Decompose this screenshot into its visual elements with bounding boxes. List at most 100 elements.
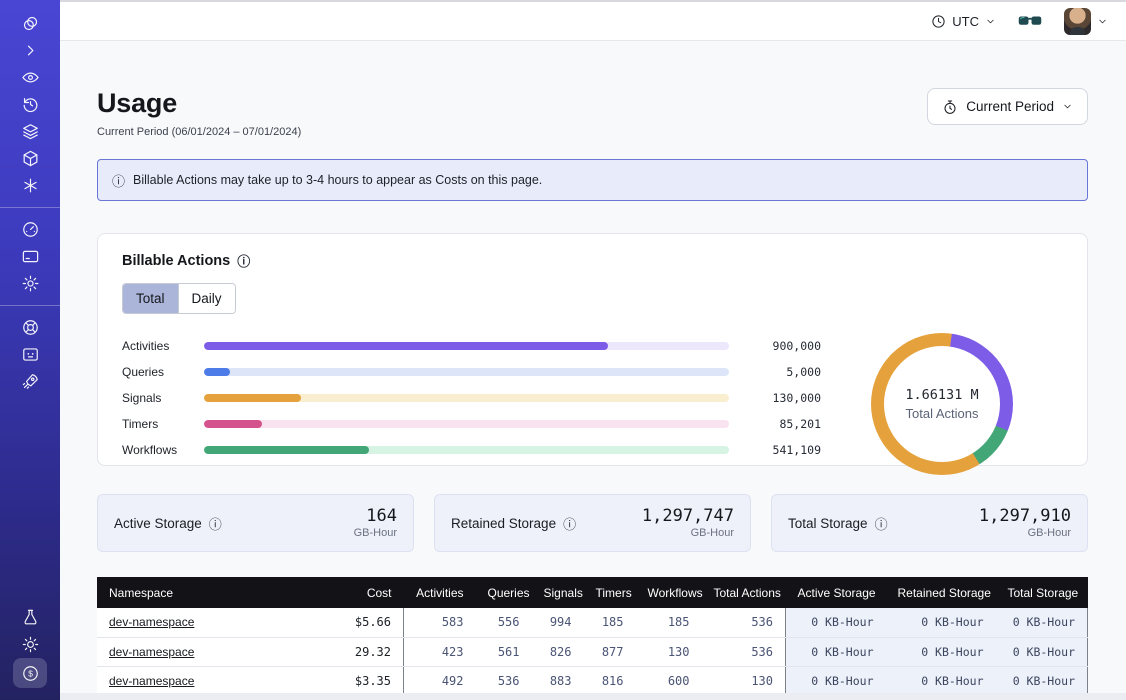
gear-icon: [21, 274, 40, 293]
rocket-icon: [21, 372, 40, 391]
bar-value: 541,109: [729, 443, 821, 457]
billable-bar-chart: Activities900,000Queries5,000Signals130,…: [122, 331, 821, 463]
total-storage-card: Total Storage ⓘ 1,297,910 GB-Hour: [771, 494, 1088, 552]
sidebar-item-rocket[interactable]: [13, 368, 47, 395]
actions-cell: 583: [404, 608, 476, 637]
total-storage-label: Total Storage: [788, 516, 868, 531]
storage-cell: 0 KB-Hour: [786, 666, 886, 695]
sidebar-item-dollar-coin[interactable]: $: [13, 658, 47, 688]
info-icon[interactable]: ⓘ: [209, 514, 222, 533]
namespace-link[interactable]: dev-namespace: [109, 615, 194, 629]
topbar: UTC: [60, 0, 1126, 41]
bar-fill: [204, 342, 608, 350]
bar-label: Workflows: [122, 443, 204, 457]
table-header: NamespaceCostActivitiesQueriesSignalsTim…: [97, 577, 1088, 608]
bar-row-timers: Timers85,201: [122, 411, 821, 437]
actions-cell: 994: [532, 608, 584, 637]
sidebar-item-gauge[interactable]: [13, 216, 47, 243]
temporal-logo-icon: [21, 14, 40, 33]
actions-cell: 185: [584, 608, 636, 637]
period-dropdown-label: Current Period: [966, 99, 1054, 114]
storage-cell: 0 KB-Hour: [886, 608, 996, 637]
layers-icon: [21, 122, 40, 141]
actions-cell: 600: [636, 666, 702, 695]
retained-storage-unit: GB-Hour: [642, 527, 734, 539]
info-banner-text: Billable Actions may take up to 3-4 hour…: [133, 173, 542, 187]
cost-cell: 29.32: [318, 637, 404, 666]
namespace-link[interactable]: dev-namespace: [109, 674, 194, 688]
bar-row-workflows: Workflows 541,109: [122, 437, 821, 463]
total-storage-value: 1,297,910: [979, 507, 1071, 526]
info-icon[interactable]: ⓘ: [237, 251, 250, 270]
actions-cell: 556: [476, 608, 532, 637]
sun-icon: [21, 635, 40, 654]
storage-cell: 0 KB-Hour: [996, 608, 1088, 637]
clock-icon: [931, 14, 946, 29]
sidebar-item-lifebuoy[interactable]: [13, 314, 47, 341]
page-title: Usage: [97, 88, 301, 119]
sidebar-item-temporal-logo[interactable]: [13, 10, 47, 37]
sidebar-item-sun[interactable]: [13, 631, 47, 658]
bar-value: 130,000: [729, 391, 821, 405]
sidebar-item-credit-card[interactable]: [13, 243, 47, 270]
actions-cell: 130: [702, 666, 786, 695]
actions-cell: 826: [532, 637, 584, 666]
storage-cell: 0 KB-Hour: [996, 637, 1088, 666]
table-row: dev-namespace29.324235618268771305360 KB…: [97, 637, 1088, 666]
namespace-link[interactable]: dev-namespace: [109, 645, 194, 659]
period-dropdown-button[interactable]: Current Period: [927, 88, 1088, 125]
dollar-coin-icon: $: [21, 664, 40, 683]
retained-storage-value: 1,297,747: [642, 507, 734, 526]
chevron-down-icon: [1097, 16, 1108, 27]
chevron-down-icon: [1062, 101, 1073, 112]
total-storage-unit: GB-Hour: [979, 527, 1071, 539]
info-icon[interactable]: ⓘ: [563, 514, 576, 533]
feedback-terminal-icon: [21, 345, 40, 364]
info-banner: ⓘ Billable Actions may take up to 3-4 ho…: [97, 159, 1088, 201]
sidebar-item-gear[interactable]: [13, 270, 47, 297]
cost-cell: $3.35: [318, 666, 404, 695]
storage-cell: 0 KB-Hour: [996, 666, 1088, 695]
sidebar-item-history[interactable]: [13, 91, 47, 118]
bar-fill: [204, 446, 369, 454]
bar-fill: [204, 420, 262, 428]
sidebar-item-layers[interactable]: [13, 118, 47, 145]
sidebar-item-namespaces-eye[interactable]: [13, 64, 47, 91]
chevron-down-icon: [985, 16, 996, 27]
donut-total-value: 1.66131 M: [905, 387, 978, 403]
info-icon[interactable]: ⓘ: [875, 514, 888, 533]
donut-total-label: Total Actions: [906, 406, 979, 421]
sidebar-item-cube[interactable]: [13, 145, 47, 172]
namespace-cell: dev-namespace: [97, 608, 318, 637]
column-header-retained-storage: Retained Storage: [886, 577, 996, 608]
actions-cell: 536: [476, 666, 532, 695]
account-menu[interactable]: [1064, 8, 1108, 35]
sidebar-item-chevron-right[interactable]: [13, 37, 47, 64]
sidebar-item-flask[interactable]: [13, 604, 47, 631]
cost-cell: $5.66: [318, 608, 404, 637]
sidebar-divider: [0, 305, 60, 306]
bar-track: [204, 394, 729, 402]
main-content: Usage Current Period (06/01/2024 – 07/01…: [60, 43, 1126, 700]
column-header-queries: Queries: [476, 577, 532, 608]
tab-total[interactable]: Total: [123, 284, 178, 313]
sidebar-item-feedback-terminal[interactable]: [13, 341, 47, 368]
timezone-selector[interactable]: UTC: [931, 14, 996, 29]
storage-summary-row: Active Storage ⓘ 164 GB-Hour Retained St…: [97, 494, 1088, 552]
tab-daily[interactable]: Daily: [178, 284, 235, 313]
sidebar: $: [0, 0, 60, 700]
active-storage-card: Active Storage ⓘ 164 GB-Hour: [97, 494, 414, 552]
namespace-cell: dev-namespace: [97, 666, 318, 695]
column-header-total-storage: Total Storage: [996, 577, 1088, 608]
glasses-icon[interactable]: [1018, 13, 1042, 29]
bar-label: Activities: [122, 339, 204, 353]
actions-cell: 130: [636, 637, 702, 666]
bar-value: 5,000: [729, 365, 821, 379]
billable-actions-title: Billable Actions: [122, 253, 230, 269]
avatar: [1064, 8, 1091, 35]
total-actions-donut-chart: 1.66131 M Total Actions: [871, 333, 1013, 475]
sidebar-item-asterisk[interactable]: [13, 172, 47, 199]
storage-cell: 0 KB-Hour: [786, 637, 886, 666]
column-header-timers: Timers: [584, 577, 636, 608]
actions-cell: 492: [404, 666, 476, 695]
